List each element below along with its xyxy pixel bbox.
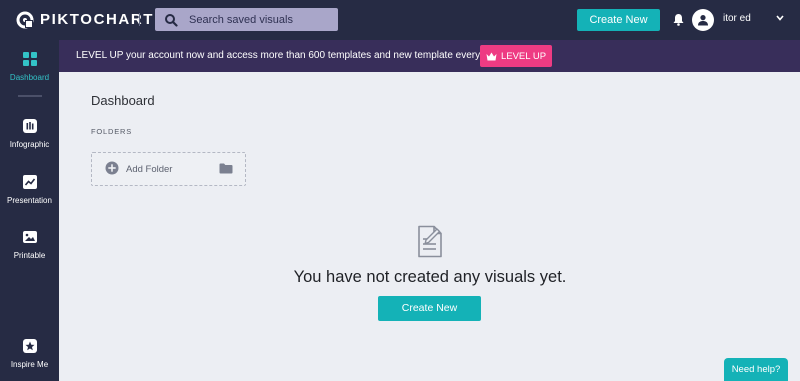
- sidebar-item-dashboard[interactable]: Dashboard: [0, 51, 59, 82]
- folder-icon: [219, 163, 233, 174]
- need-help-button[interactable]: Need help?: [724, 358, 788, 381]
- sidebar-item-label: Presentation: [7, 196, 52, 205]
- folders-heading: FOLDERS: [91, 127, 133, 136]
- printable-icon: [22, 231, 37, 243]
- search-input[interactable]: [189, 13, 329, 26]
- document-edit-icon: [418, 225, 442, 258]
- sidebar-item-printable[interactable]: Printable: [0, 229, 59, 260]
- sidebar-item-label: Dashboard: [9, 73, 50, 82]
- add-folder-button[interactable]: Add Folder: [91, 152, 246, 186]
- search-icon: [165, 13, 178, 27]
- sidebar-item-inspire-me[interactable]: Inspire Me: [0, 338, 59, 369]
- level-up-banner: LEVEL UP your account now and access mor…: [59, 40, 800, 72]
- infographic-icon: [22, 119, 37, 133]
- sidebar-item-label: Infographic: [9, 140, 50, 149]
- create-new-main-button[interactable]: Create New: [378, 296, 481, 321]
- create-new-button[interactable]: Create New: [577, 9, 660, 31]
- dashboard-icon: [22, 52, 37, 66]
- user-icon: [698, 15, 708, 26]
- page-title: Dashboard: [91, 93, 155, 108]
- sidebar-item-infographic[interactable]: Infographic: [0, 118, 59, 149]
- crown-icon: [486, 52, 497, 60]
- chevron-down-icon[interactable]: [776, 15, 784, 21]
- sidebar-divider: [18, 95, 42, 97]
- sidebar-item-label: Printable: [13, 251, 46, 260]
- logo[interactable]: PIKTOCHART: [16, 11, 154, 29]
- sidebar-item-label: Inspire Me: [10, 360, 49, 369]
- user-name[interactable]: itor ed: [723, 13, 751, 24]
- top-bar: PIKTOCHART Create New itor ed: [0, 0, 800, 40]
- empty-state-message: You have not created any visuals yet.: [293, 268, 567, 286]
- presentation-icon: [22, 175, 37, 189]
- logo-text: PIKTOCHART: [40, 11, 155, 28]
- plus-circle-icon: [105, 161, 119, 175]
- banner-text: LEVEL UP your account now and access mor…: [76, 50, 510, 61]
- piktochart-logo-icon: [16, 11, 34, 29]
- avatar[interactable]: [692, 9, 714, 31]
- sidebar-item-presentation[interactable]: Presentation: [0, 174, 59, 205]
- add-folder-label: Add Folder: [126, 164, 173, 175]
- level-up-label: LEVEL UP: [500, 50, 547, 62]
- level-up-button[interactable]: LEVEL UP: [480, 45, 552, 67]
- divider: [139, 13, 140, 26]
- star-icon: [22, 339, 37, 353]
- search-box[interactable]: [155, 8, 338, 31]
- sidebar: Dashboard Infographic Presentation Print…: [0, 40, 59, 381]
- bell-icon[interactable]: [673, 13, 684, 26]
